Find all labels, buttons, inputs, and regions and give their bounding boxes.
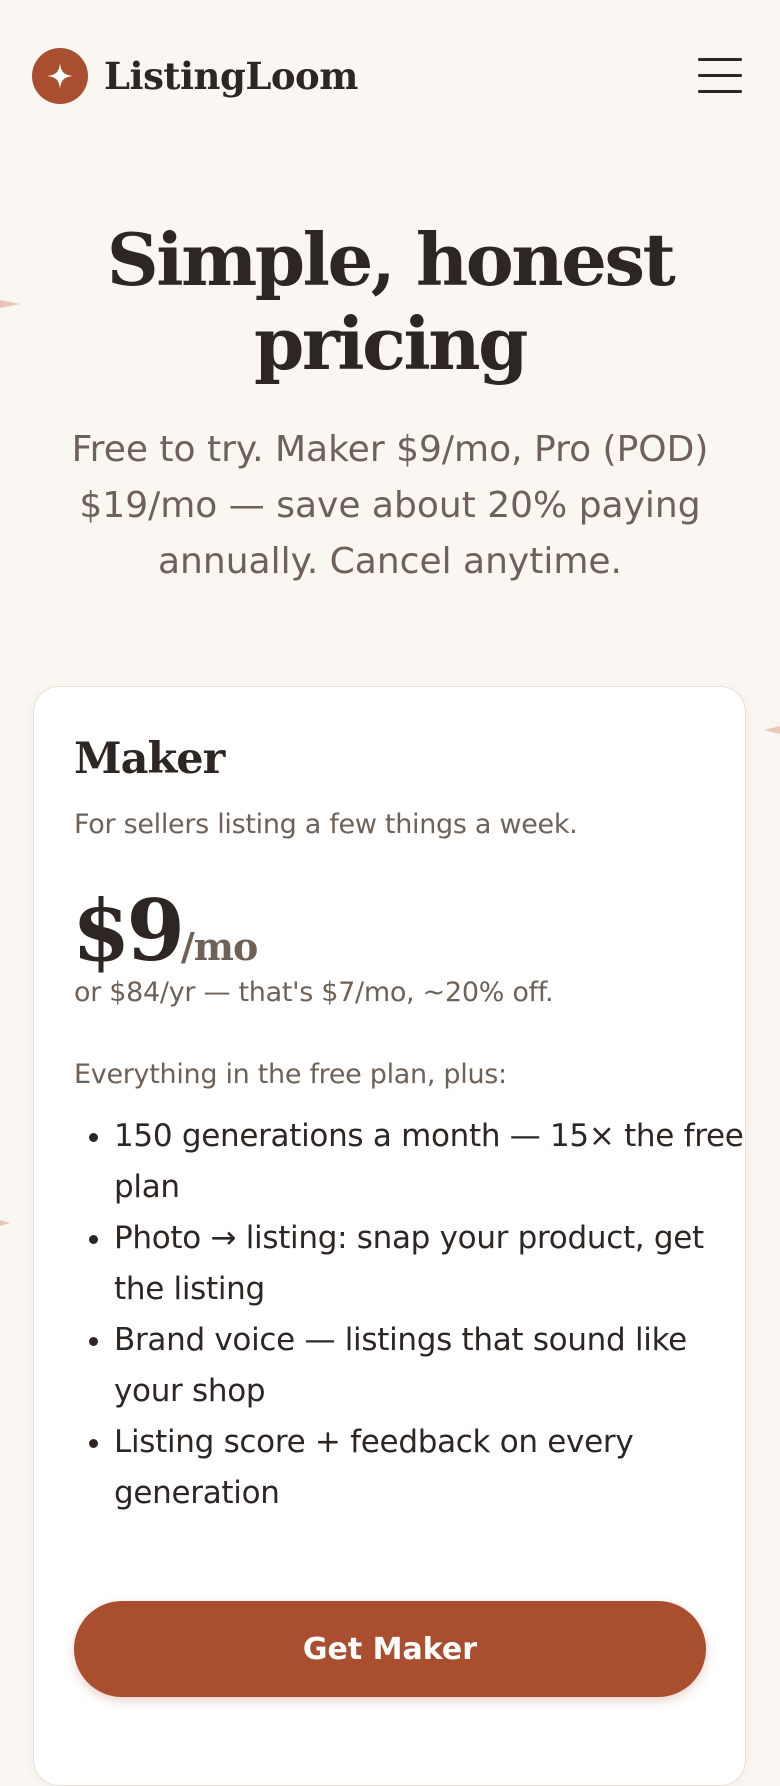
feature-list: 150 generations a month — 15× the free p… bbox=[74, 1111, 744, 1519]
decorative-shape bbox=[0, 1220, 10, 1226]
decorative-shape bbox=[0, 300, 20, 308]
price-amount: $9 bbox=[72, 881, 185, 980]
sparkle-icon[interactable] bbox=[32, 48, 88, 104]
hamburger-menu-icon[interactable] bbox=[698, 58, 742, 94]
includes-label: Everything in the free plan, plus: bbox=[74, 1059, 507, 1090]
list-item: 150 generations a month — 15× the free p… bbox=[114, 1111, 744, 1213]
list-item: Listing score + feedback on every genera… bbox=[114, 1417, 744, 1519]
annual-price-note: or $84/yr — that's $7/mo, ~20% off. bbox=[74, 977, 554, 1008]
site-header: ListingLoom bbox=[0, 0, 780, 150]
page-subtitle: Free to try. Maker $9/mo, Pro (POD) $19/… bbox=[71, 429, 709, 582]
list-item: Brand voice — listings that sound like y… bbox=[114, 1315, 744, 1417]
pricing-card-maker: Maker For sellers listing a few things a… bbox=[33, 686, 746, 1786]
brand-name[interactable]: ListingLoom bbox=[104, 50, 358, 102]
list-item: Photo → listing: snap your product, get … bbox=[114, 1213, 744, 1315]
plan-description: For sellers listing a few things a week. bbox=[74, 809, 578, 840]
decorative-shape bbox=[764, 726, 780, 734]
page-title: Simple, honest pricing bbox=[106, 217, 676, 386]
plan-price: $9/mo bbox=[72, 881, 258, 981]
plan-name: Maker bbox=[74, 734, 225, 784]
get-maker-button[interactable]: Get Maker bbox=[74, 1601, 706, 1697]
price-period: /mo bbox=[180, 924, 258, 969]
